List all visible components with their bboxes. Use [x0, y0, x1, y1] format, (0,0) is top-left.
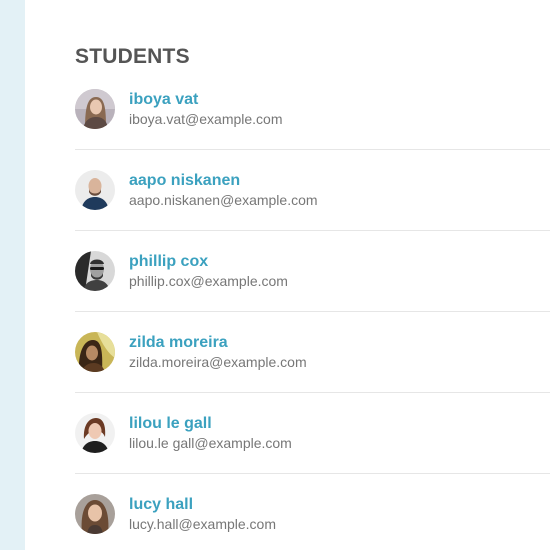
avatar[interactable]: [75, 251, 115, 291]
avatar[interactable]: [75, 332, 115, 372]
avatar[interactable]: [75, 413, 115, 453]
sidebar-strip: [0, 0, 25, 550]
avatar-photo-icon: [75, 413, 115, 453]
avatar[interactable]: [75, 494, 115, 534]
student-name-link[interactable]: phillip cox: [129, 253, 208, 271]
student-email: aapo.niskanen@example.com: [129, 192, 318, 208]
student-row[interactable]: iboya vat iboya.vat@example.com: [75, 69, 550, 150]
student-email: phillip.cox@example.com: [129, 273, 288, 289]
student-email: zilda.moreira@example.com: [129, 354, 307, 370]
avatar[interactable]: [75, 89, 115, 129]
section-title: STUDENTS: [75, 45, 190, 68]
student-email: iboya.vat@example.com: [129, 111, 283, 127]
student-row[interactable]: aapo niskanen aapo.niskanen@example.com: [75, 150, 550, 231]
student-row[interactable]: lilou le gall lilou.le gall@example.com: [75, 393, 550, 474]
avatar[interactable]: [75, 170, 115, 210]
student-row[interactable]: phillip cox phillip.cox@example.com: [75, 231, 550, 312]
students-page: STUDENTS iboya vat iboya.vat@example.com: [0, 0, 550, 550]
student-name-link[interactable]: lilou le gall: [129, 415, 212, 433]
avatar-photo-icon: [75, 89, 115, 129]
student-email: lucy.hall@example.com: [129, 516, 277, 532]
student-email: lilou.le gall@example.com: [129, 435, 292, 451]
avatar-photo-icon: [75, 170, 115, 210]
avatar-photo-icon: [75, 251, 115, 291]
avatar-photo-icon: [75, 332, 115, 372]
student-name-link[interactable]: zilda moreira: [129, 334, 228, 352]
student-name-link[interactable]: aapo niskanen: [129, 172, 240, 190]
student-list: iboya vat iboya.vat@example.com aapo nis…: [75, 69, 550, 550]
student-row[interactable]: zilda moreira zilda.moreira@example.com: [75, 312, 550, 393]
student-name-link[interactable]: iboya vat: [129, 91, 198, 109]
student-row[interactable]: lucy hall lucy.hall@example.com: [75, 474, 550, 550]
avatar-photo-icon: [75, 494, 115, 534]
student-name-link[interactable]: lucy hall: [129, 496, 193, 514]
students-panel: STUDENTS iboya vat iboya.vat@example.com: [75, 0, 550, 550]
